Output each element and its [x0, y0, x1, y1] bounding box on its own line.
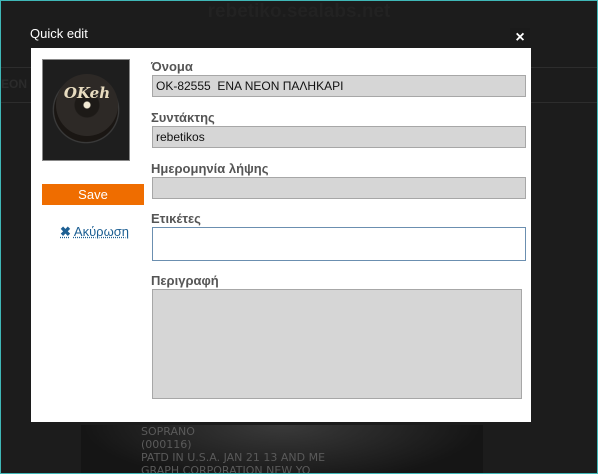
- date-label: Ημερομηνία λήψης: [151, 161, 269, 176]
- record-logo-text: OKeh: [63, 84, 111, 102]
- record-label-text: SOPRANO (000116) PATD IN U.S.A. JAN 21 1…: [141, 425, 325, 473]
- menu-item-left: EON: [1, 77, 28, 91]
- close-x-icon: ✖: [60, 224, 71, 239]
- date-field[interactable]: [152, 177, 526, 199]
- quick-edit-dialog: OKeh Save ✖Ακύρωση Όνομα Συντάκτης Ημερο…: [31, 48, 531, 422]
- name-label: Όνομα: [151, 59, 193, 74]
- close-icon[interactable]: ×: [510, 28, 530, 48]
- background-record-image: SOPRANO (000116) PATD IN U.S.A. JAN 21 1…: [81, 425, 483, 473]
- author-field[interactable]: [152, 126, 526, 148]
- author-label: Συντάκτης: [151, 110, 215, 125]
- cancel-link[interactable]: ✖ Ακύρωση: [60, 224, 129, 240]
- description-textarea[interactable]: [152, 289, 522, 399]
- name-field[interactable]: [152, 75, 526, 97]
- save-button[interactable]: Save: [42, 184, 144, 205]
- tags-field[interactable]: [152, 227, 526, 261]
- record-text-line: GRAPH CORPORATION NEW YO: [141, 464, 311, 473]
- cancel-label: Ακύρωση: [73, 224, 129, 239]
- record-text-line: SOPRANO: [141, 425, 195, 438]
- record-text-line: PATD IN U.S.A. JAN 21 13 AND ME: [141, 451, 326, 464]
- tags-label: Ετικέτες: [151, 211, 201, 226]
- record-text-line: (000116): [141, 438, 192, 451]
- dialog-title: Quick edit: [30, 26, 88, 41]
- description-label: Περιγραφή: [151, 273, 219, 288]
- dialog-header: Quick edit ×: [20, 20, 532, 48]
- record-thumbnail: OKeh: [42, 59, 130, 161]
